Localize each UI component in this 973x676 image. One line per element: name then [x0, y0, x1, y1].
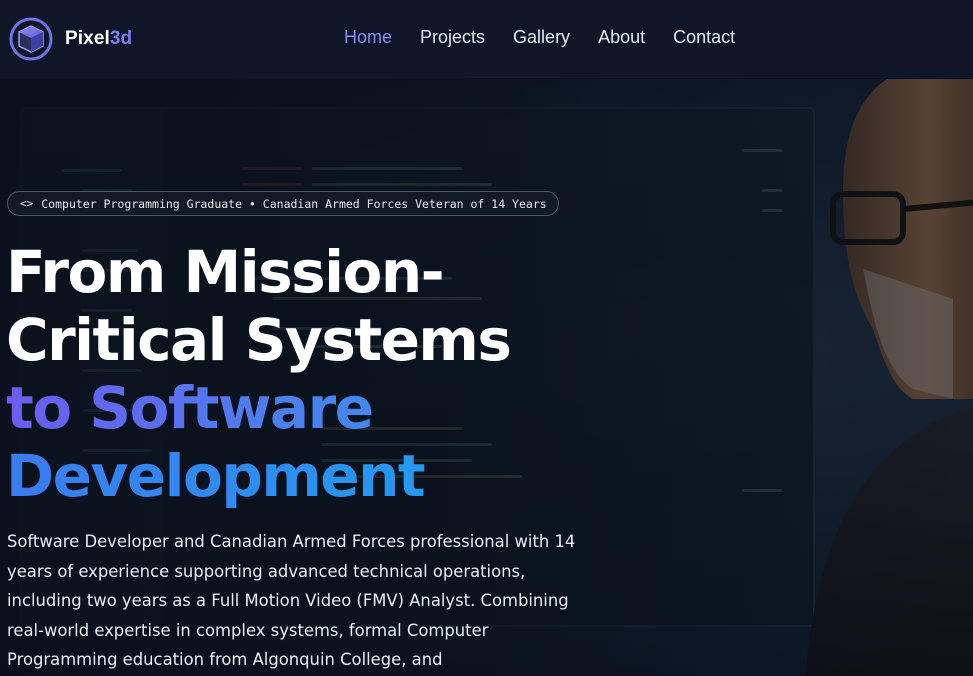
hero-badge: <> Computer Programming Graduate • Canad…: [7, 191, 559, 216]
cube-logo-icon: [9, 17, 53, 61]
hero-badge-text: Computer Programming Graduate • Canadian…: [41, 196, 547, 211]
headline-line-4: Development: [6, 442, 566, 510]
code-icon: <>: [20, 197, 34, 210]
nav-item-home[interactable]: Home: [344, 27, 392, 48]
headline-line-3: to Software: [6, 374, 566, 442]
nav-item-about[interactable]: About: [598, 27, 645, 48]
nav-item-gallery[interactable]: Gallery: [513, 27, 570, 48]
hero-headline: From Mission- Critical Systems to Softwa…: [6, 238, 566, 510]
main-nav: Home Projects Gallery About Contact: [344, 27, 763, 48]
headline-line-2: Critical Systems: [6, 306, 512, 374]
brand-name: Pixel3d: [65, 28, 133, 49]
nav-item-projects[interactable]: Projects: [420, 27, 485, 48]
headline-line-1: From Mission-: [6, 238, 445, 306]
site-header: Pixel3d Home Projects Gallery About Cont…: [0, 0, 973, 78]
hero-intro-paragraph: Software Developer and Canadian Armed Fo…: [7, 532, 576, 669]
nav-item-contact[interactable]: Contact: [673, 27, 735, 48]
page: Pixel3d Home Projects Gallery About Cont…: [0, 0, 973, 676]
brand[interactable]: Pixel3d: [8, 15, 132, 63]
